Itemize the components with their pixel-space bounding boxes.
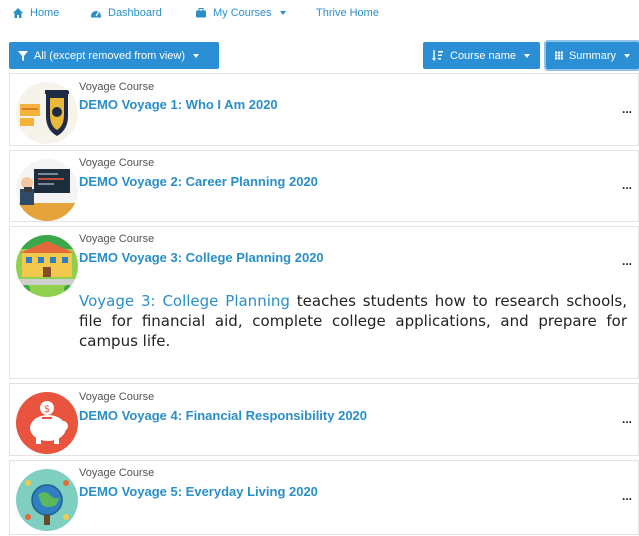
course-summary-link[interactable]: Voyage 3: College Planning	[79, 292, 290, 310]
course-category: Voyage Course	[79, 81, 155, 93]
nav-thrive-home-label: Thrive Home	[316, 7, 379, 19]
course-actions-menu[interactable]: ...	[622, 489, 632, 503]
grid-icon	[555, 51, 563, 60]
course-actions-menu[interactable]: ...	[622, 102, 632, 116]
nav-home-link[interactable]: Home	[12, 6, 59, 20]
chevron-down-icon	[193, 53, 199, 58]
briefcase-icon	[196, 8, 206, 18]
dashboard-icon	[91, 11, 101, 18]
course-title-link[interactable]: DEMO Voyage 1: Who I Am 2020	[79, 97, 278, 112]
course-card: Voyage Course DEMO Voyage 1: Who I Am 20…	[9, 73, 639, 146]
course-actions-menu[interactable]: ...	[622, 254, 632, 268]
course-category: Voyage Course	[79, 391, 155, 403]
chevron-down-icon	[624, 53, 630, 58]
filter-icon	[18, 50, 28, 61]
sort-dropdown[interactable]: Course name	[423, 42, 540, 69]
course-title-link[interactable]: DEMO Voyage 2: Career Planning 2020	[79, 174, 318, 189]
nav-my-courses-label: My Courses	[213, 7, 272, 19]
course-actions-menu[interactable]: ...	[622, 178, 632, 192]
course-title-link[interactable]: DEMO Voyage 3: College Planning 2020	[79, 250, 324, 265]
course-summary: Voyage 3: College Planning teaches stude…	[79, 291, 627, 351]
course-image-financial-responsibility[interactable]: $	[16, 392, 78, 454]
home-icon	[13, 8, 23, 18]
course-filter-label: All (except removed from view)	[34, 49, 185, 62]
course-category: Voyage Course	[79, 233, 155, 245]
course-card: Voyage Course DEMO Voyage 2: Career Plan…	[9, 150, 639, 222]
course-image-college-planning[interactable]	[16, 235, 78, 297]
course-actions-menu[interactable]: ...	[622, 412, 632, 426]
nav-dashboard-link[interactable]: Dashboard	[90, 6, 162, 20]
course-image-career-planning[interactable]	[16, 159, 78, 221]
svg-text:$: $	[44, 404, 50, 415]
course-filter-dropdown[interactable]: All (except removed from view)	[9, 42, 219, 69]
course-card: Voyage Course DEMO Voyage 3: College Pla…	[9, 226, 639, 379]
course-title-link[interactable]: DEMO Voyage 4: Financial Responsibility …	[79, 408, 367, 423]
course-category: Voyage Course	[79, 467, 155, 479]
sort-icon	[432, 50, 443, 61]
course-card: $ Voyage Course DEMO Voyage 4: Financial…	[9, 383, 639, 456]
course-image-who-i-am[interactable]	[16, 82, 78, 144]
nav-thrive-home-link[interactable]: Thrive Home	[316, 6, 379, 20]
display-mode-label: Summary	[568, 49, 616, 62]
nav-home-label: Home	[30, 7, 60, 19]
nav-dashboard-label: Dashboard	[108, 7, 162, 19]
course-category: Voyage Course	[79, 157, 155, 169]
sort-label: Course name	[450, 49, 517, 62]
course-card: Voyage Course DEMO Voyage 5: Everyday Li…	[9, 460, 639, 535]
display-mode-dropdown[interactable]: Summary	[546, 42, 639, 69]
top-navigation: Home Dashboard My Courses Thrive Home	[0, 0, 639, 30]
course-title-link[interactable]: DEMO Voyage 5: Everyday Living 2020	[79, 484, 318, 499]
course-image-everyday-living[interactable]	[16, 469, 78, 531]
chevron-down-icon	[279, 11, 286, 15]
chevron-down-icon	[524, 53, 531, 58]
nav-my-courses-dropdown[interactable]: My Courses	[195, 6, 286, 20]
